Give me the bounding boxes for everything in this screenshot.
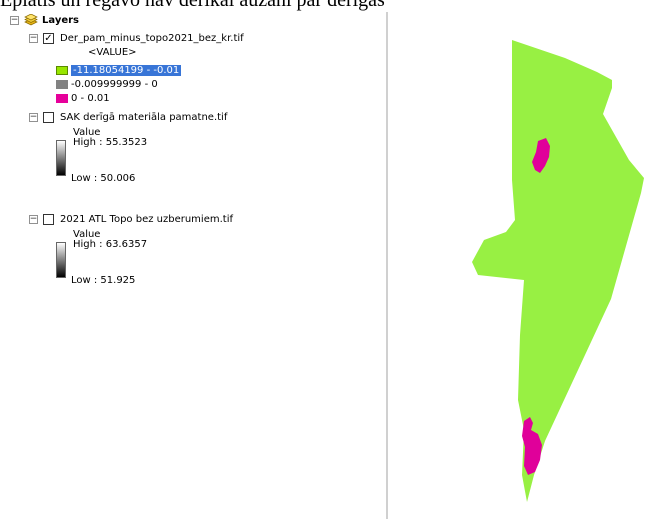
- legend-class-label: -11.18054199 - -0.01: [71, 64, 182, 76]
- collapse-icon[interactable]: −: [29, 33, 38, 43]
- layer-name: SAK derīgā materiāla pamatne.tif: [60, 111, 228, 123]
- legend-class-label: -0.009999999 - 0: [71, 78, 158, 90]
- field-text: <VALUE>: [88, 46, 137, 58]
- high-value: High : 55.3523: [73, 135, 147, 149]
- layer-name: 2021 ATL Topo bez uzberumiem.tif: [60, 213, 233, 225]
- layers-root-label: Layers: [42, 14, 79, 26]
- collapse-icon[interactable]: −: [29, 214, 38, 224]
- map-canvas[interactable]: [389, 12, 647, 519]
- layer-visibility-checkbox[interactable]: ✓: [43, 32, 54, 44]
- legend-class-row[interactable]: 0 - 0.01: [56, 91, 110, 105]
- layers-root[interactable]: − Layers: [10, 13, 79, 27]
- table-of-contents: − Layers − ✓ Der_pam_minus_topo2021_bez_…: [0, 12, 383, 519]
- high-value-text: High : 63.6357: [73, 238, 148, 250]
- layer-name: Der_pam_minus_topo2021_bez_kr.tif: [60, 32, 244, 44]
- legend-class-row[interactable]: -11.18054199 - -0.01: [56, 63, 182, 77]
- layer-visibility-checkbox[interactable]: [43, 111, 54, 123]
- collapse-icon[interactable]: −: [29, 112, 38, 122]
- high-value: High : 63.6357: [73, 237, 147, 251]
- stretch-gradient-ramp: [56, 242, 66, 278]
- class-swatch: [56, 65, 68, 75]
- class-swatch: [56, 79, 68, 89]
- low-value: Low : 51.925: [71, 273, 135, 287]
- panel-divider[interactable]: [386, 12, 388, 519]
- layer-item-der-pam[interactable]: − ✓ Der_pam_minus_topo2021_bez_kr.tif: [29, 31, 244, 45]
- low-value-text: Low : 51.925: [71, 274, 136, 286]
- layer-item-2021-atl[interactable]: − 2021 ATL Topo bez uzberumiem.tif: [29, 212, 233, 226]
- stretch-gradient-ramp: [56, 140, 66, 176]
- low-value-text: Low : 50.006: [71, 172, 136, 184]
- layers-icon: [24, 14, 38, 26]
- window-caption-text: Epiatis un reģavo nav derīkai auzāni par…: [0, 0, 385, 11]
- legend-class-label: 0 - 0.01: [71, 92, 110, 104]
- raster-area: [472, 40, 644, 502]
- legend-class-row[interactable]: -0.009999999 - 0: [56, 77, 158, 91]
- layer-item-sak[interactable]: − SAK derīgā materiāla pamatne.tif: [29, 110, 227, 124]
- map-view[interactable]: [389, 12, 647, 519]
- low-value: Low : 50.006: [71, 171, 135, 185]
- class-swatch: [56, 93, 68, 103]
- collapse-icon[interactable]: −: [10, 15, 19, 25]
- layer-visibility-checkbox[interactable]: [43, 213, 54, 225]
- renderer-field-label: <VALUE>: [88, 45, 137, 59]
- high-value-text: High : 55.3523: [73, 136, 148, 148]
